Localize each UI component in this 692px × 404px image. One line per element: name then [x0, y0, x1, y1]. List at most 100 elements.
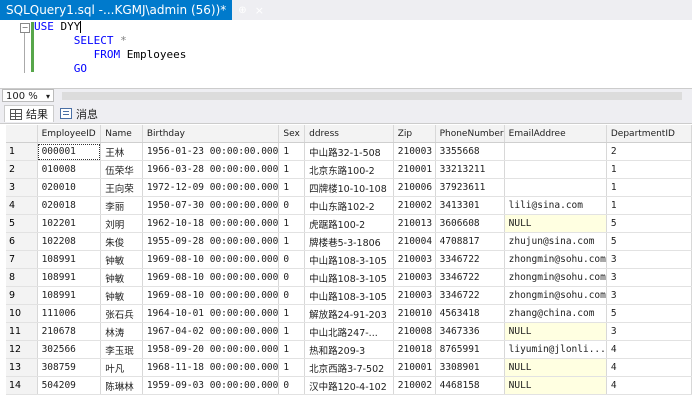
cell-sex[interactable]: 0 [278, 268, 306, 287]
cell-name[interactable]: 叶凡 [100, 358, 143, 377]
cell-birthday[interactable]: 1962-10-18 00:00:00.000 [142, 214, 280, 233]
cell-email[interactable] [504, 178, 607, 197]
cell-zip[interactable]: 210003 [393, 142, 436, 161]
sql-editor[interactable]: − USE DYY SELECT * FROM Employees GO [0, 20, 692, 88]
cell-address[interactable]: 北京西路3-7-502 [304, 358, 394, 377]
cell-sex[interactable]: 1 [278, 358, 306, 377]
cell-address[interactable]: 热和路209-3 [304, 340, 394, 359]
cell-phone[interactable]: 3346722 [435, 250, 505, 269]
cell-phone[interactable]: 3413301 [435, 196, 505, 215]
cell-id[interactable]: 308759 [37, 358, 102, 377]
cell-name[interactable]: 刘明 [100, 214, 143, 233]
cell-name[interactable]: 王向荣 [100, 178, 143, 197]
cell-birthday[interactable]: 1956-01-23 00:00:00.000 [142, 142, 280, 161]
cell-address[interactable]: 中山路108-3-105 [304, 250, 394, 269]
table-row[interactable]: 2 010008 伍荣华 1966-03-28 00:00:00.000 1 北京东路10… [6, 160, 692, 179]
cell-email[interactable]: zhongmin@sohu.com [504, 268, 607, 287]
cell-sex[interactable]: 1 [278, 214, 306, 233]
column-header[interactable]: EmailAddree [504, 125, 607, 143]
table-row[interactable]: 12 302566 李玉珉 1958-09-20 00:00:00.000 1 热和路20… [6, 340, 692, 359]
cell-address[interactable]: 解放路24-91-203 [304, 304, 394, 323]
cell-zip[interactable]: 210018 [393, 340, 436, 359]
cell-phone[interactable]: 3346722 [435, 268, 505, 287]
cell-sex[interactable]: 1 [278, 142, 306, 161]
results-grid[interactable]: EmployeeID Name Birthday Sex ddress Zip … [6, 125, 692, 404]
cell-address[interactable]: 汉中路120-4-102 [304, 376, 394, 395]
tab-messages[interactable]: 消息 [55, 105, 103, 122]
collapse-icon[interactable]: − [20, 23, 30, 33]
column-header[interactable]: Zip [393, 125, 436, 143]
cell-dept[interactable]: 3 [606, 322, 692, 341]
cell-email[interactable]: NULL [504, 214, 607, 233]
row-number[interactable]: 6 [6, 232, 38, 251]
cell-address[interactable]: 中山路108-3-105 [304, 286, 394, 305]
horizontal-scrollbar[interactable] [62, 92, 682, 100]
cell-birthday[interactable]: 1955-09-28 00:00:00.000 [142, 232, 280, 251]
row-number[interactable]: 7 [6, 250, 38, 269]
cell-email[interactable]: liyumin@jlonli... [504, 340, 607, 359]
column-header[interactable]: EmployeeID [37, 125, 102, 143]
cell-address[interactable]: 中山路108-3-105 [304, 268, 394, 287]
cell-email[interactable]: zhongmin@sohu.com [504, 250, 607, 269]
cell-name[interactable]: 钟敏 [100, 268, 143, 287]
table-row[interactable]: 4 020018 李丽 1950-07-30 00:00:00.000 0 中山东路102… [6, 196, 692, 215]
cell-name[interactable]: 李丽 [100, 196, 143, 215]
cell-sex[interactable]: 0 [278, 196, 306, 215]
cell-email[interactable]: zhujun@sina.com [504, 232, 607, 251]
cell-birthday[interactable]: 1972-12-09 00:00:00.000 [142, 178, 280, 197]
column-header[interactable]: Birthday [142, 125, 280, 143]
cell-address[interactable]: 中山北路247-... [304, 322, 394, 341]
cell-phone[interactable]: 3467336 [435, 322, 505, 341]
cell-address[interactable]: 北京东路100-2 [304, 160, 394, 179]
column-header[interactable]: ddress [304, 125, 394, 143]
cell-id[interactable]: 108991 [37, 268, 102, 287]
table-row[interactable]: 1 000001 王林 1956-01-23 00:00:00.000 1 中山路32-1… [6, 142, 692, 161]
cell-sex[interactable]: 0 [278, 286, 306, 305]
cell-zip[interactable]: 210013 [393, 214, 436, 233]
row-number[interactable]: 3 [6, 178, 38, 197]
row-number[interactable]: 11 [6, 322, 38, 341]
cell-name[interactable]: 朱俊 [100, 232, 143, 251]
row-number[interactable]: 9 [6, 286, 38, 305]
cell-email[interactable]: NULL [504, 358, 607, 377]
cell-sex[interactable]: 1 [278, 322, 306, 341]
row-number[interactable]: 13 [6, 358, 38, 377]
cell-id[interactable]: 302566 [37, 340, 102, 359]
cell-birthday[interactable]: 1969-08-10 00:00:00.000 [142, 268, 280, 287]
cell-email[interactable]: zhang@china.com [504, 304, 607, 323]
row-number[interactable]: 2 [6, 160, 38, 179]
cell-zip[interactable]: 210002 [393, 376, 436, 395]
table-row[interactable]: 14 504209 陈琳林 1959-09-03 00:00:00.000 0 汉中路12… [6, 376, 692, 395]
cell-birthday[interactable]: 1950-07-30 00:00:00.000 [142, 196, 280, 215]
cell-address[interactable]: 四牌楼10-10-108 [304, 178, 394, 197]
cell-phone[interactable]: 4468158 [435, 376, 505, 395]
cell-birthday[interactable]: 1967-04-02 00:00:00.000 [142, 322, 280, 341]
cell-id[interactable]: 108991 [37, 250, 102, 269]
row-header-corner[interactable] [6, 125, 38, 143]
cell-birthday[interactable]: 1959-09-03 00:00:00.000 [142, 376, 280, 395]
cell-name[interactable]: 钟敏 [100, 286, 143, 305]
cell-id[interactable]: 108991 [37, 286, 102, 305]
row-number[interactable]: 10 [6, 304, 38, 323]
cell-birthday[interactable]: 1964-10-01 00:00:00.000 [142, 304, 280, 323]
cell-phone[interactable]: 8765991 [435, 340, 505, 359]
cell-dept[interactable]: 5 [606, 232, 692, 251]
cell-phone[interactable]: 37923611 [435, 178, 505, 197]
cell-zip[interactable]: 210003 [393, 250, 436, 269]
cell-zip[interactable]: 210001 [393, 358, 436, 377]
cell-id[interactable]: 000001 [37, 142, 102, 161]
cell-dept[interactable]: 4 [606, 376, 692, 395]
cell-id[interactable]: 020010 [37, 178, 102, 197]
column-header[interactable]: Name [100, 125, 143, 143]
table-row[interactable]: 5 102201 刘明 1962-10-18 00:00:00.000 1 虎踞路100-… [6, 214, 692, 233]
cell-phone[interactable]: 3308901 [435, 358, 505, 377]
cell-zip[interactable]: 210008 [393, 322, 436, 341]
cell-email[interactable]: lili@sina.com [504, 196, 607, 215]
table-row[interactable]: 6 102208 朱俊 1955-09-28 00:00:00.000 1 牌楼巷5-3-… [6, 232, 692, 251]
cell-id[interactable]: 010008 [37, 160, 102, 179]
cell-phone[interactable]: 3346722 [435, 286, 505, 305]
cell-sex[interactable]: 0 [278, 250, 306, 269]
cell-email[interactable]: NULL [504, 376, 607, 395]
cell-address[interactable]: 中山东路102-2 [304, 196, 394, 215]
table-row[interactable]: 11 210678 林涛 1967-04-02 00:00:00.000 1 中山北路24… [6, 322, 692, 341]
